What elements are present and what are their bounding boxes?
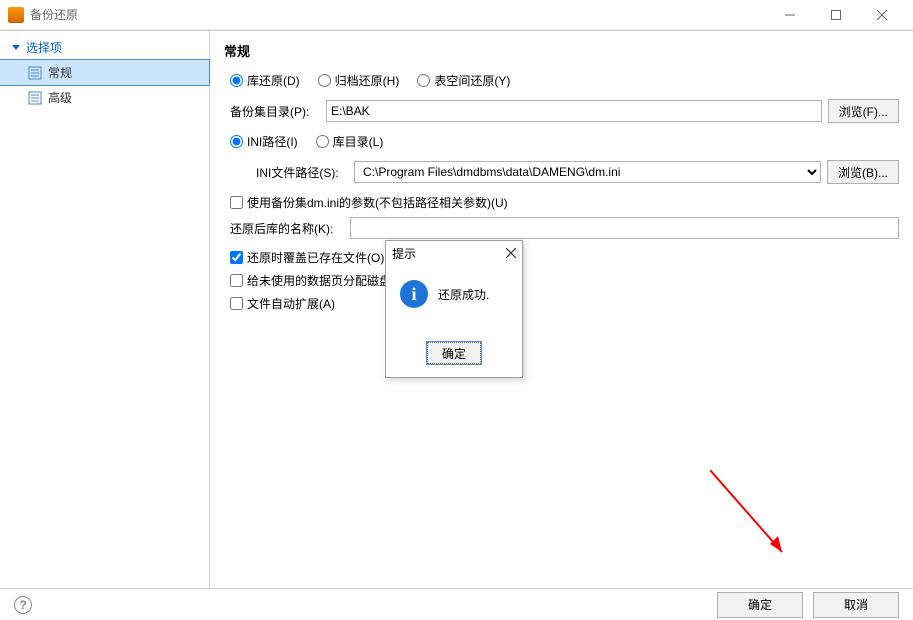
dialog-body: i 还原成功. bbox=[386, 266, 522, 333]
window-controls bbox=[767, 0, 905, 30]
window-title: 备份还原 bbox=[30, 6, 78, 23]
help-icon[interactable]: ? bbox=[14, 596, 32, 614]
radio-db-restore[interactable]: 库还原(D) bbox=[230, 72, 300, 89]
ini-path-row: INI文件路径(S): C:\Program Files\dmdbms\data… bbox=[224, 160, 899, 184]
use-bak-params-row: 使用备份集dm.ini的参数(不包括路径相关参数)(U) bbox=[230, 194, 899, 211]
app-icon bbox=[8, 7, 24, 23]
sidebar-item-general[interactable]: 常规 bbox=[0, 60, 209, 85]
checkbox-use-bak-params[interactable]: 使用备份集dm.ini的参数(不包括路径相关参数)(U) bbox=[230, 194, 508, 211]
dialog-footer: 确定 bbox=[386, 333, 522, 377]
checkbox-auto-expand[interactable]: 文件自动扩展(A) bbox=[230, 295, 335, 312]
ini-path-label: INI文件路径(S): bbox=[224, 164, 354, 181]
alloc-disk-row: 给未使用的数据页分配磁盘 bbox=[230, 272, 899, 289]
dialog-titlebar: 提示 bbox=[386, 241, 522, 266]
sidebar-item-label: 常规 bbox=[48, 64, 72, 81]
restored-name-label: 还原后库的名称(K): bbox=[230, 220, 350, 237]
main-pane: 常规 库还原(D) 归档还原(H) 表空间还原(Y) 备份集目录(P): 浏览(… bbox=[210, 31, 913, 588]
restore-type-group: 库还原(D) 归档还原(H) 表空间还原(Y) bbox=[230, 72, 899, 89]
checkbox-alloc-disk[interactable]: 给未使用的数据页分配磁盘 bbox=[230, 272, 391, 289]
alert-dialog: 提示 i 还原成功. 确定 bbox=[385, 240, 523, 378]
dialog-title: 提示 bbox=[392, 245, 416, 262]
maximize-button[interactable] bbox=[813, 0, 859, 30]
titlebar: 备份还原 bbox=[0, 0, 913, 30]
dialog-message: 还原成功. bbox=[438, 280, 489, 303]
bak-dir-row: 备份集目录(P): 浏览(F)... bbox=[230, 99, 899, 123]
collapse-arrow-icon bbox=[12, 45, 20, 50]
page-icon bbox=[28, 66, 42, 80]
sidebar-header[interactable]: 选择项 bbox=[0, 35, 209, 60]
sidebar: 选择项 常规 高级 bbox=[0, 31, 210, 588]
bak-dir-label: 备份集目录(P): bbox=[230, 103, 326, 120]
radio-db-dir[interactable]: 库目录(L) bbox=[316, 133, 384, 150]
radio-archive-restore[interactable]: 归档还原(H) bbox=[318, 72, 400, 89]
browse-b-button[interactable]: 浏览(B)... bbox=[827, 160, 899, 184]
minimize-button[interactable] bbox=[767, 0, 813, 30]
restored-name-row: 还原后库的名称(K): bbox=[230, 217, 899, 239]
ok-button[interactable]: 确定 bbox=[717, 592, 803, 618]
radio-tablespace-restore[interactable]: 表空间还原(Y) bbox=[417, 72, 510, 89]
section-title: 常规 bbox=[224, 41, 899, 60]
path-mode-group: INI路径(I) 库目录(L) bbox=[230, 133, 899, 150]
radio-ini-path[interactable]: INI路径(I) bbox=[230, 133, 298, 150]
info-icon: i bbox=[400, 280, 428, 308]
auto-expand-row: 文件自动扩展(A) bbox=[230, 295, 899, 312]
dialog-close-button[interactable] bbox=[506, 247, 516, 261]
overwrite-row: 还原时覆盖已存在文件(O) bbox=[230, 249, 899, 266]
cancel-button[interactable]: 取消 bbox=[813, 592, 899, 618]
dialog-ok-button[interactable]: 确定 bbox=[426, 341, 482, 365]
close-button[interactable] bbox=[859, 0, 905, 30]
sidebar-item-label: 高级 bbox=[48, 89, 72, 106]
bak-dir-input[interactable] bbox=[326, 100, 822, 122]
restored-name-input[interactable] bbox=[350, 217, 899, 239]
browse-f-button[interactable]: 浏览(F)... bbox=[828, 99, 899, 123]
sidebar-item-advanced[interactable]: 高级 bbox=[0, 85, 209, 110]
footer: ? 确定 取消 bbox=[0, 588, 913, 620]
sidebar-header-label: 选择项 bbox=[26, 39, 62, 56]
ini-path-select[interactable]: C:\Program Files\dmdbms\data\DAMENG\dm.i… bbox=[354, 161, 821, 183]
page-icon bbox=[28, 91, 42, 105]
checkbox-overwrite[interactable]: 还原时覆盖已存在文件(O) bbox=[230, 249, 384, 266]
